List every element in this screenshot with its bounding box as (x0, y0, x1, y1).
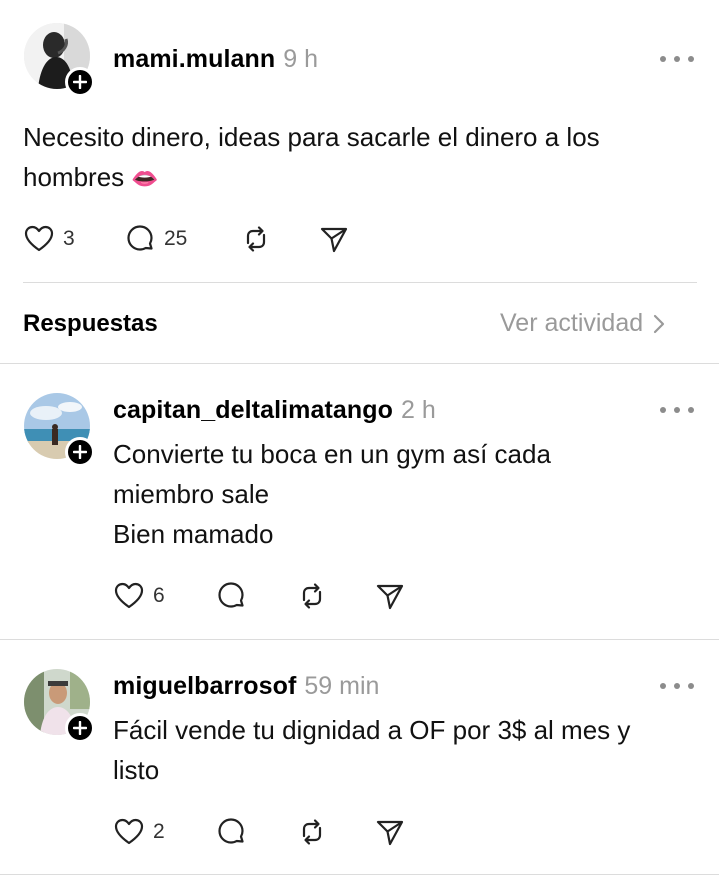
follow-plus-icon[interactable] (65, 67, 95, 97)
divider (23, 282, 697, 283)
divider (0, 363, 719, 364)
comment-icon (218, 818, 244, 844)
view-activity-label: Ver actividad (500, 309, 644, 337)
heart-icon (24, 225, 54, 252)
comment-button[interactable] (215, 816, 247, 848)
repost-icon (302, 819, 322, 845)
comment-icon (218, 582, 244, 608)
reply-text-line: listo (113, 755, 160, 785)
share-button[interactable] (374, 816, 406, 848)
reply-header: miguelbarrosof 59 min (113, 672, 379, 701)
reply-count: 25 (164, 227, 188, 250)
like-button[interactable]: 3 (23, 223, 75, 255)
like-count: 6 (153, 584, 165, 607)
reply-text-line: miembro sale (113, 479, 270, 509)
reply-username[interactable]: miguelbarrosof (113, 672, 296, 701)
chevron-right-icon (654, 314, 665, 333)
reply-text-line: Convierte tu boca en un gym así cada (113, 439, 551, 469)
like-button[interactable]: 6 (113, 580, 165, 612)
more-icon[interactable] (660, 404, 694, 416)
comment-button[interactable]: 25 (124, 223, 187, 255)
view-activity-link[interactable]: Ver actividad (500, 309, 665, 338)
reply-text-line: Fácil vende tu dignidad a OF por 3$ al m… (113, 715, 631, 745)
reply-time: 2 h (401, 396, 436, 424)
follow-plus-icon[interactable] (65, 437, 95, 467)
repost-icon (246, 226, 266, 252)
share-button[interactable] (374, 580, 406, 612)
lips-emoji: 👄 (131, 166, 159, 191)
comment-button[interactable] (215, 580, 247, 612)
like-count: 2 (153, 820, 165, 843)
repost-button[interactable] (296, 580, 328, 612)
reply-username[interactable]: capitan_deltalimatango (113, 396, 393, 425)
repost-button[interactable] (296, 816, 328, 848)
heart-icon (114, 818, 144, 845)
post-text-line: Necesito dinero, ideas para sacarle el d… (23, 122, 600, 152)
reply-header: capitan_deltalimatango 2 h (113, 396, 436, 425)
more-icon[interactable] (660, 680, 694, 692)
share-button[interactable] (318, 223, 350, 255)
reply-text-line: Bien mamado (113, 519, 274, 549)
reply-text: Convierte tu boca en un gym así cada mie… (113, 434, 693, 554)
divider (0, 874, 719, 875)
divider (0, 639, 719, 640)
more-icon[interactable] (660, 53, 694, 65)
repost-icon (302, 583, 322, 609)
send-icon (376, 584, 404, 610)
post-username[interactable]: mami.mulann (113, 45, 275, 74)
send-icon (376, 820, 404, 846)
reply-time: 59 min (304, 672, 380, 700)
replies-title: Respuestas (23, 310, 158, 337)
comment-icon (127, 225, 153, 251)
heart-icon (114, 582, 144, 609)
main-post-text: Necesito dinero, ideas para sacarle el d… (23, 117, 683, 199)
repost-button[interactable] (240, 223, 272, 255)
main-post-header: mami.mulann 9 h (113, 45, 318, 74)
like-count: 3 (63, 227, 75, 250)
post-text-line: hombres 👄 (23, 157, 683, 199)
reply-text: Fácil vende tu dignidad a OF por 3$ al m… (113, 710, 703, 790)
follow-plus-icon[interactable] (65, 713, 95, 743)
post-time: 9 h (283, 45, 319, 73)
send-icon (320, 227, 348, 253)
like-button[interactable]: 2 (113, 816, 165, 848)
post-text-line2: hombres (23, 162, 125, 192)
